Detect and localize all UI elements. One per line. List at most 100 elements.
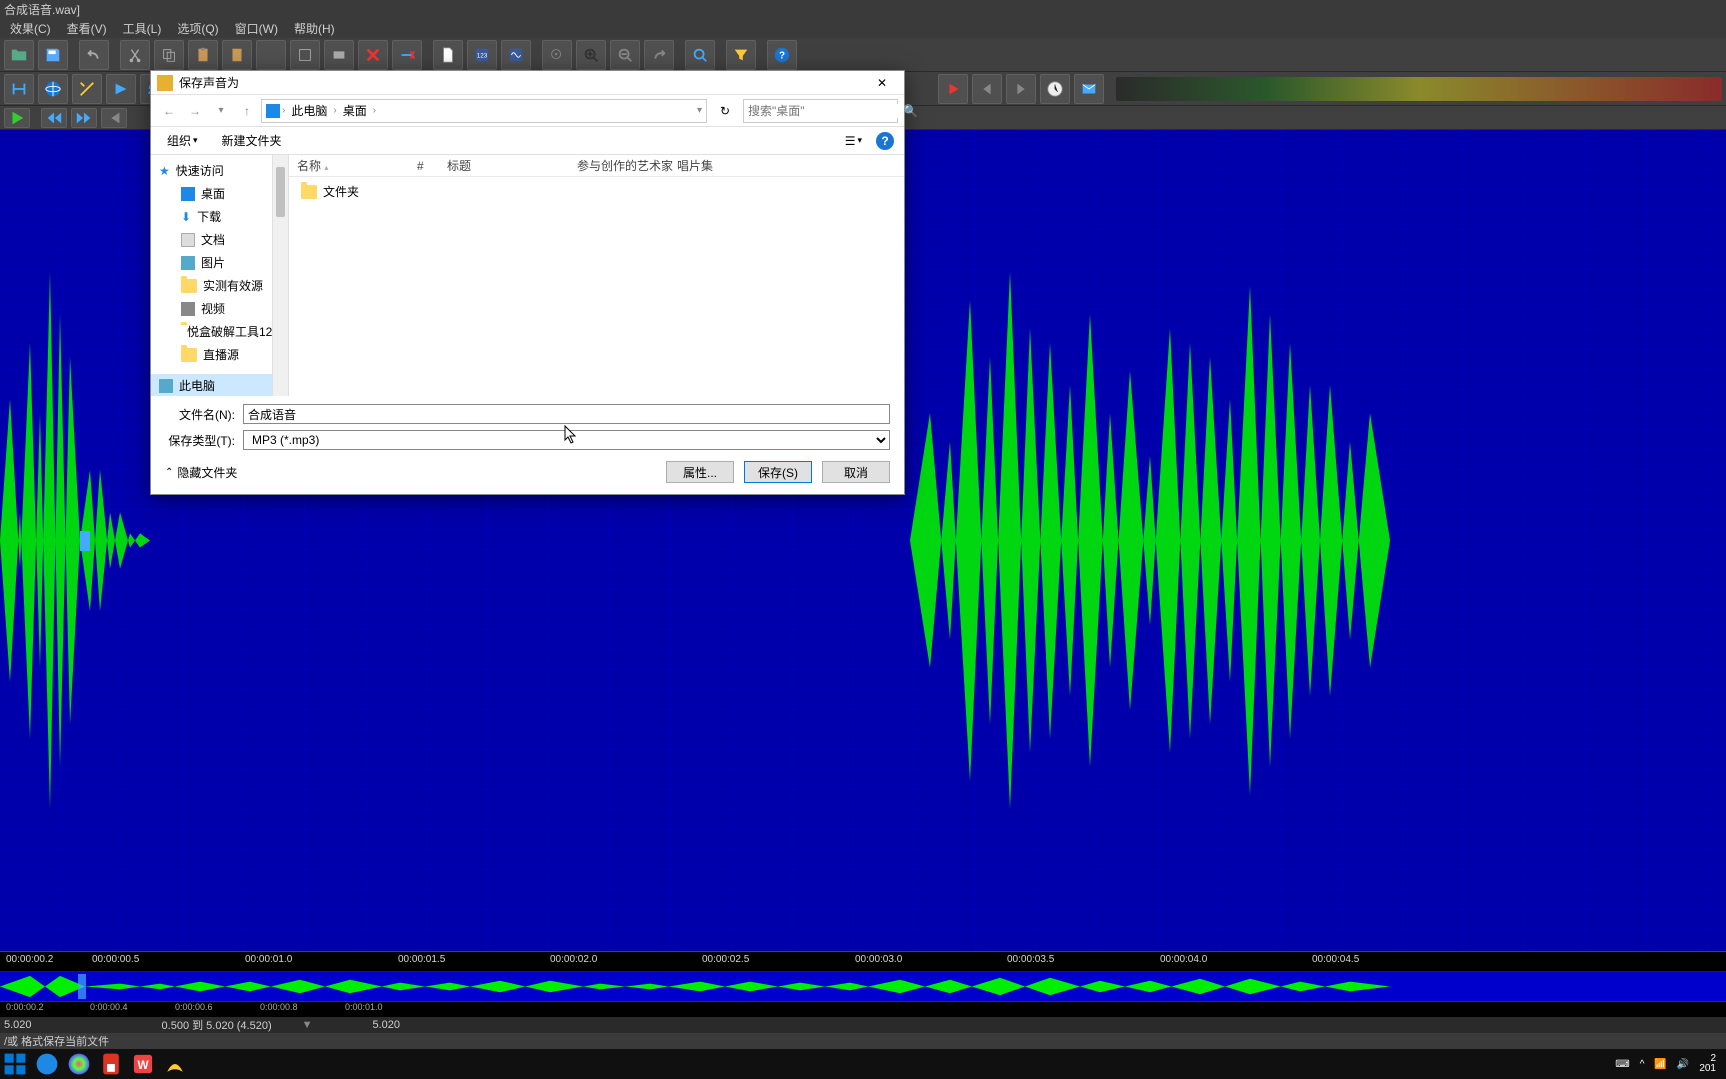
begin-button[interactable] <box>101 108 127 128</box>
col-artists[interactable]: 参与创作的艺术家 <box>577 157 677 174</box>
menu-options[interactable]: 选项(Q) <box>171 18 224 39</box>
analyze-button[interactable] <box>685 40 715 70</box>
undo-button[interactable] <box>79 40 109 70</box>
trim-button[interactable] <box>324 40 354 70</box>
menu-view[interactable]: 查看(V) <box>61 18 113 39</box>
sidebar-folder-1[interactable]: 实测有效源 <box>151 274 272 297</box>
taskbar-app-2[interactable] <box>66 1051 92 1077</box>
taskbar-app-5[interactable] <box>162 1051 188 1077</box>
save-as-dialog: 保存声音为 ✕ ← → ▾ ↑ › 此电脑 › 桌面 › ▾ ↻ 🔍 组织 ▾ … <box>150 70 905 495</box>
sidebar-desktop[interactable]: 桌面 <box>151 182 272 205</box>
tool-wave-button[interactable] <box>501 40 531 70</box>
col-name[interactable]: 名称 ▴ <box>297 157 417 174</box>
file-row[interactable]: 文件夹 <box>297 181 896 202</box>
tray-chevron-icon[interactable]: ^ <box>1640 1059 1645 1070</box>
nav-breadcrumb[interactable]: › 此电脑 › 桌面 › ▾ <box>261 99 707 123</box>
taskbar-app-1[interactable] <box>34 1051 60 1077</box>
breadcrumb-current[interactable]: 桌面 <box>339 102 371 119</box>
copy-button[interactable] <box>154 40 184 70</box>
dialog-close-button[interactable]: ✕ <box>866 73 898 93</box>
sidebar-this-pc[interactable]: 此电脑 <box>151 374 272 396</box>
dialog-title-bar[interactable]: 保存声音为 ✕ <box>151 71 904 95</box>
filetype-select[interactable]: MP3 (*.mp3) <box>243 430 890 450</box>
nav-search-box[interactable]: 🔍 <box>743 99 898 123</box>
col-album[interactable]: 唱片集 <box>677 157 777 174</box>
chevron-right-icon[interactable]: › <box>373 105 376 116</box>
next-button[interactable] <box>1006 74 1036 104</box>
tray-ime-icon[interactable]: ⌨ <box>1615 1059 1629 1070</box>
mix-button[interactable] <box>256 40 286 70</box>
edit-tool-button[interactable] <box>72 74 102 104</box>
hide-folders-toggle[interactable]: ⌃ 隐藏文件夹 <box>165 464 237 481</box>
zoom-fit-button[interactable] <box>542 40 572 70</box>
sidebar-documents[interactable]: 文档 <box>151 228 272 251</box>
open-button[interactable] <box>4 40 34 70</box>
view-options-button[interactable]: ☰ ▾ <box>839 132 868 150</box>
taskbar-app-4[interactable]: W <box>130 1051 156 1077</box>
overview-waveform[interactable] <box>0 971 1726 1001</box>
forward-button[interactable] <box>106 74 136 104</box>
delete-button[interactable] <box>358 40 388 70</box>
col-track[interactable]: # <box>417 159 447 173</box>
menu-effects[interactable]: 效果(C) <box>4 18 57 39</box>
nav-history-button[interactable]: ▾ <box>209 99 233 123</box>
paste-new-button[interactable] <box>222 40 252 70</box>
new-folder-button[interactable]: 新建文件夹 <box>216 130 288 151</box>
selection-marker[interactable] <box>80 531 90 551</box>
record-button[interactable] <box>938 74 968 104</box>
tray-network-icon[interactable]: 📶 <box>1654 1059 1666 1070</box>
menu-window[interactable]: 窗口(W) <box>229 18 284 39</box>
sidebar-scrollbar[interactable] <box>273 155 289 396</box>
taskbar-app-3[interactable] <box>98 1051 124 1077</box>
zoom-out-button[interactable] <box>610 40 640 70</box>
paste-button[interactable] <box>188 40 218 70</box>
zoom-in-button[interactable] <box>576 40 606 70</box>
file-list-body[interactable]: 文件夹 <box>289 177 904 396</box>
sidebar-quick-access[interactable]: ★快速访问 <box>151 159 272 182</box>
chevron-right-icon[interactable]: › <box>333 105 336 116</box>
globe-button[interactable] <box>38 74 68 104</box>
breadcrumb-root[interactable]: 此电脑 <box>287 102 331 119</box>
nav-up-button[interactable]: ↑ <box>235 99 259 123</box>
fast-forward-button[interactable] <box>71 108 97 128</box>
filter-button[interactable] <box>726 40 756 70</box>
rewind-button[interactable] <box>41 108 67 128</box>
properties-button[interactable]: 属性... <box>666 461 734 483</box>
save-file-button[interactable]: 保存(S) <box>744 461 812 483</box>
nav-forward-button[interactable]: → <box>183 99 207 123</box>
mail-button[interactable] <box>1074 74 1104 104</box>
time-ruler[interactable]: 00:00:00.2 00:00:00.5 00:00:01.0 00:00:0… <box>0 951 1726 971</box>
silence-button[interactable] <box>392 40 422 70</box>
nav-refresh-button[interactable]: ↻ <box>713 99 737 123</box>
taskbar-start[interactable] <box>2 1051 28 1077</box>
col-title[interactable]: 标题 <box>447 157 577 174</box>
sidebar-folder-2[interactable]: 悦盒破解工具12 <box>151 320 272 343</box>
search-icon[interactable]: 🔍 <box>903 104 918 118</box>
sidebar-pictures[interactable]: 图片 <box>151 251 272 274</box>
play-button[interactable] <box>4 108 30 128</box>
filename-input[interactable] <box>243 404 890 424</box>
menu-tools[interactable]: 工具(L) <box>117 18 168 39</box>
dialog-help-button[interactable]: ? <box>876 132 894 150</box>
search-input[interactable] <box>748 104 903 118</box>
redo-button[interactable] <box>644 40 674 70</box>
new-file-button[interactable] <box>433 40 463 70</box>
marker-tool-button[interactable] <box>4 74 34 104</box>
chevron-down-icon[interactable]: ▾ <box>697 105 702 116</box>
help-button[interactable]: ? <box>767 40 797 70</box>
nav-back-button[interactable]: ← <box>157 99 181 123</box>
cancel-button[interactable]: 取消 <box>822 461 890 483</box>
save-button[interactable] <box>38 40 68 70</box>
sidebar-video[interactable]: 视频 <box>151 297 272 320</box>
sidebar-folder-3[interactable]: 直播源 <box>151 343 272 366</box>
sidebar-downloads[interactable]: ⬇下载 <box>151 205 272 228</box>
clock-button[interactable] <box>1040 74 1070 104</box>
tool-123-button[interactable]: 123 <box>467 40 497 70</box>
organize-button[interactable]: 组织 ▾ <box>161 130 204 151</box>
prev-button[interactable] <box>972 74 1002 104</box>
cut-button[interactable] <box>120 40 150 70</box>
menu-help[interactable]: 帮助(H) <box>288 18 341 39</box>
tray-volume-icon[interactable]: 🔊 <box>1677 1059 1689 1070</box>
mix-new-button[interactable] <box>290 40 320 70</box>
chevron-right-icon[interactable]: › <box>282 105 285 116</box>
